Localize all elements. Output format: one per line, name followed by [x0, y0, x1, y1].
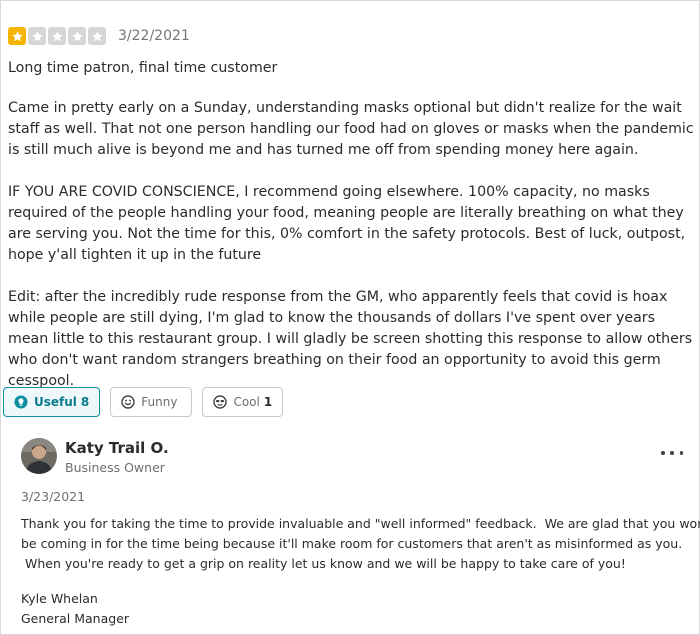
dot [679, 451, 683, 455]
cool-button[interactable]: Cool 1 [202, 387, 284, 417]
sunglasses-face-icon [213, 395, 228, 409]
star-filled-icon [8, 27, 26, 45]
owner-role: Business Owner [65, 460, 165, 475]
cool-label: Cool [233, 395, 260, 409]
reply-line: be coming in for the time being because … [21, 536, 683, 551]
funny-button[interactable]: Funny [110, 387, 193, 417]
star-empty-icon [88, 27, 106, 45]
review-date: 3/22/2021 [118, 28, 190, 44]
dot [670, 451, 674, 455]
owner-name[interactable]: Katy Trail O. [65, 439, 169, 457]
reaction-buttons: Useful 8 Funny Cool 1 [3, 387, 293, 417]
funny-label: Funny [141, 395, 178, 409]
useful-count: 8 [80, 395, 90, 409]
reply-line: When you're ready to get a grip on reali… [21, 556, 626, 571]
owner-reply-panel: Katy Trail O. Business Owner 3/23/2021 T… [1, 426, 700, 634]
owner-avatar[interactable] [21, 438, 57, 474]
review-paragraph: IF YOU ARE COVID CONSCIENCE, I recommend… [8, 184, 686, 263]
star-rating [8, 27, 108, 45]
review-title: Long time patron, final time customer [8, 60, 278, 76]
signature-title: General Manager [21, 611, 130, 626]
star-empty-icon [68, 27, 86, 45]
cool-count: 1 [263, 395, 273, 409]
review-paragraph: Edit: after the incredibly rude response… [8, 289, 693, 389]
useful-label: Useful [34, 395, 77, 409]
review-body: Long time patron, final time customer Ca… [8, 58, 696, 413]
more-options-icon[interactable] [661, 446, 683, 460]
reply-date: 3/23/2021 [21, 489, 86, 504]
rating-row: 3/22/2021 [8, 27, 190, 45]
reply-line: Thank you for taking the time to provide… [21, 516, 700, 531]
useful-button[interactable]: Useful 8 [3, 387, 101, 417]
avatar-photo-icon [21, 438, 57, 474]
star-empty-icon [28, 27, 46, 45]
review-card: 3/22/2021 Long time patron, final time c… [0, 0, 700, 635]
reply-body: Thank you for taking the time to provide… [21, 514, 700, 574]
star-empty-icon [48, 27, 66, 45]
smile-face-icon [121, 395, 135, 409]
reply-signature: Kyle Whelan General Manager [21, 589, 129, 629]
review-paragraph: Came in pretty early on a Sunday, unders… [8, 100, 694, 158]
lightbulb-icon [14, 395, 28, 409]
signature-name: Kyle Whelan [21, 591, 98, 606]
dot [661, 451, 665, 455]
